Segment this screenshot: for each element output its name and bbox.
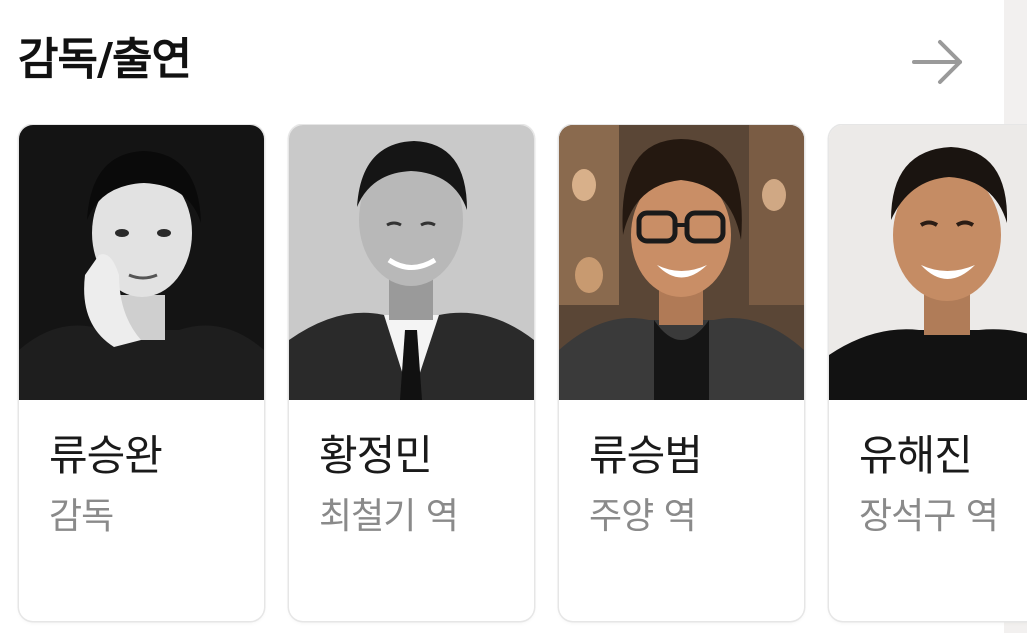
cast-card[interactable]: 유해진 장석구 역 (829, 125, 1027, 621)
cast-photo (19, 125, 264, 400)
arrow-right-icon (912, 40, 962, 84)
cast-card-director[interactable]: 류승완 감독 (19, 125, 264, 621)
cast-name: 유해진 (859, 431, 973, 480)
cast-card[interactable]: 황정민 최철기 역 (289, 125, 534, 621)
cast-role: 최철기 역 (319, 496, 459, 537)
view-all-button[interactable] (906, 34, 968, 90)
cast-role: 장석구 역 (859, 496, 999, 537)
cast-photo (559, 125, 804, 400)
cast-name: 황정민 (319, 431, 433, 480)
cast-carousel[interactable]: 류승완 감독 황정민 최철기 역 류승범 주양 역 유해진 장석구 역 (0, 124, 1027, 633)
section-title: 감독/출연 (18, 34, 192, 85)
cast-role: 감독 (49, 496, 114, 537)
cast-name: 류승완 (49, 431, 163, 480)
cast-card[interactable]: 류승범 주양 역 (559, 125, 804, 621)
cast-name: 류승범 (589, 431, 703, 480)
cast-role: 주양 역 (589, 496, 697, 537)
cast-photo (829, 125, 1027, 400)
cast-photo (289, 125, 534, 400)
